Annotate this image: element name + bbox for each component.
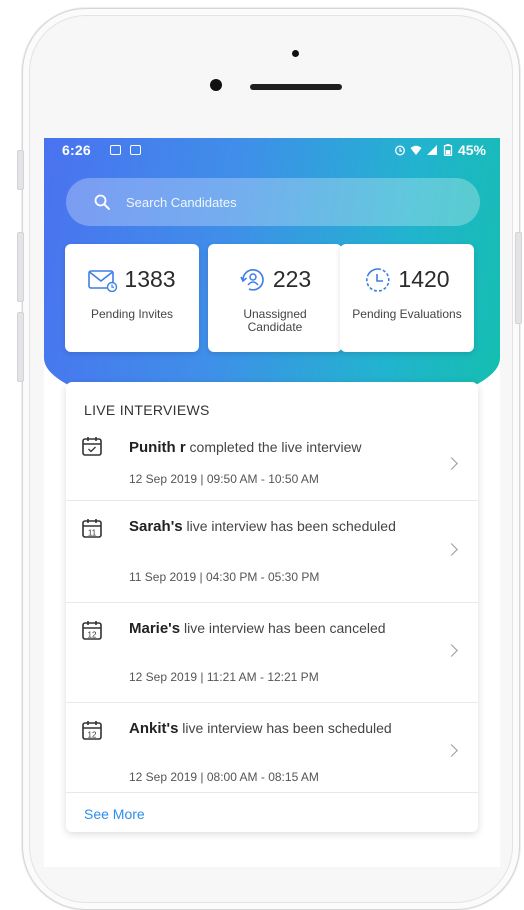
chevron-right-icon <box>445 543 458 556</box>
search-icon <box>94 194 110 210</box>
candidate-name: Punith r <box>129 439 186 456</box>
interview-time: 12 Sep 2019 | 09:50 AM - 10:50 AM <box>129 472 319 486</box>
signal-icon <box>426 145 437 155</box>
mute-switch <box>17 150 24 190</box>
unassigned-label: Unassigned Candidate <box>243 308 307 334</box>
status-bar: 6:26 45% <box>58 140 486 160</box>
front-camera <box>210 79 222 91</box>
interview-time: 12 Sep 2019 | 11:21 AM - 12:21 PM <box>129 670 319 684</box>
envelope-icon <box>88 269 118 292</box>
stat-card-unassigned[interactable]: 223 Unassigned Candidate <box>208 244 342 352</box>
refresh-user-icon <box>240 268 264 291</box>
search-input[interactable] <box>124 193 428 211</box>
battery-percent: 45% <box>457 142 486 158</box>
chevron-right-icon <box>445 457 458 470</box>
see-more-link[interactable]: See More <box>84 806 145 822</box>
pending-invites-label: Pending Invites <box>90 308 174 321</box>
live-interviews-card: LIVE INTERVIEWS Punith r completed the l… <box>66 382 478 832</box>
interview-message: live interview has been canceled <box>180 620 386 636</box>
calendar-icon: 12 <box>82 621 102 640</box>
interview-time: 11 Sep 2019 | 04:30 PM - 05:30 PM <box>129 570 320 584</box>
list-item[interactable]: Punith r completed the live interview 12… <box>66 426 478 501</box>
calendar-check-icon <box>82 437 102 456</box>
calendar-day: 12 <box>88 631 97 640</box>
battery-icon <box>443 144 453 156</box>
stat-card-pending-evaluations[interactable]: 1420 Pending Evaluations <box>340 244 474 352</box>
app-screen: 6:26 45% 1383 Pending Invites <box>44 138 500 867</box>
power-button <box>515 232 522 324</box>
pending-evaluations-count: 1420 <box>398 266 450 292</box>
calendar-day: 12 <box>88 731 97 740</box>
candidate-name: Sarah's <box>129 518 183 535</box>
alarm-icon <box>395 145 405 156</box>
calendar-icon: 11 <box>82 519 102 538</box>
candidate-name: Marie's <box>129 620 181 637</box>
live-interviews-title: LIVE INTERVIEWS <box>84 402 210 418</box>
status-time: 6:26 <box>62 142 91 158</box>
wifi-icon <box>410 145 422 155</box>
chevron-right-icon <box>445 744 458 757</box>
volume-up-button <box>17 232 24 302</box>
calendar-day: 11 <box>88 529 97 538</box>
list-item[interactable]: 12 Ankit's live interview has been sched… <box>66 702 478 793</box>
list-item[interactable]: 12 Marie's live interview has been cance… <box>66 602 478 703</box>
list-item[interactable]: 11 Sarah's live interview has been sched… <box>66 500 478 603</box>
search-bar[interactable] <box>66 178 480 226</box>
status-icons: 45% <box>394 142 486 158</box>
interview-message: live interview has been scheduled <box>182 518 396 534</box>
volume-down-button <box>17 312 24 382</box>
clock-icon <box>366 267 390 292</box>
pending-evaluations-label: Pending Evaluations <box>352 308 462 321</box>
calendar-icon: 12 <box>82 721 102 740</box>
candidate-name: Ankit's <box>129 720 179 737</box>
chevron-right-icon <box>445 644 458 657</box>
interview-message: live interview has been scheduled <box>178 720 392 736</box>
stat-card-pending-invites[interactable]: 1383 Pending Invites <box>65 244 199 352</box>
interview-message: completed the live interview <box>185 439 362 455</box>
image-notification-icon <box>110 145 121 155</box>
unassigned-count: 223 <box>272 266 312 292</box>
proximity-sensor <box>292 50 299 57</box>
pending-invites-count: 1383 <box>124 266 176 292</box>
interview-time: 12 Sep 2019 | 08:00 AM - 08:15 AM <box>129 770 319 784</box>
message-notification-icon <box>130 145 141 155</box>
earpiece-speaker <box>250 84 342 90</box>
